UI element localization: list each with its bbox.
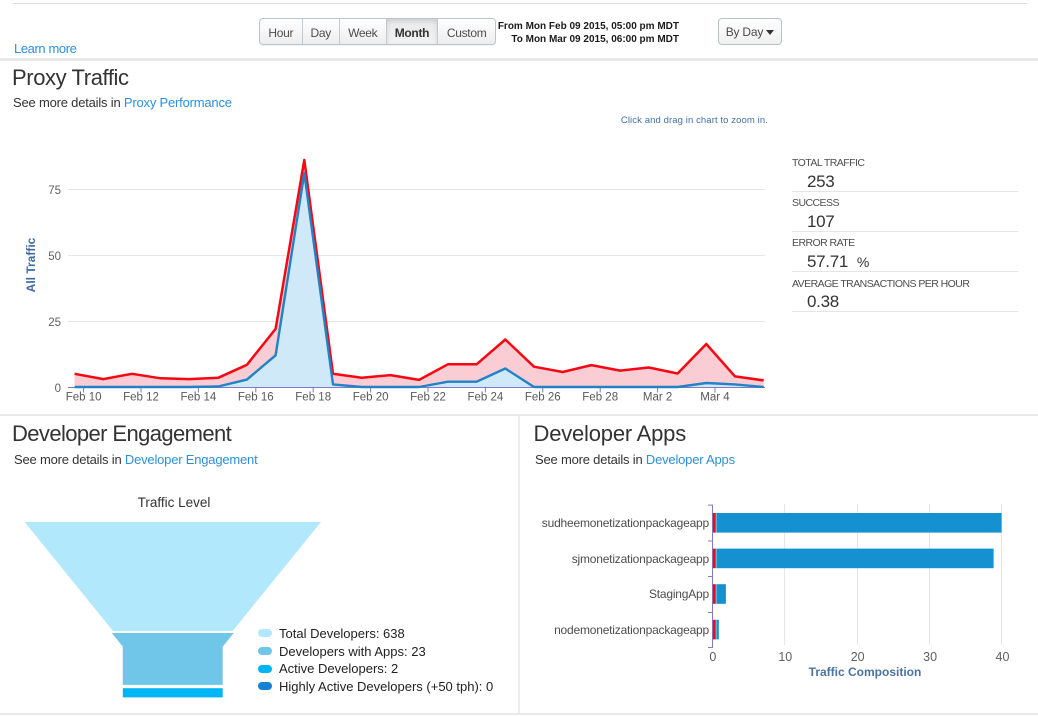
svg-text:Feb 10: Feb 10 bbox=[66, 391, 102, 403]
svg-text:Feb 18: Feb 18 bbox=[295, 391, 331, 403]
svg-text:Feb 14: Feb 14 bbox=[180, 391, 216, 403]
svg-text:Feb 28: Feb 28 bbox=[582, 391, 618, 403]
svg-text:Feb 20: Feb 20 bbox=[353, 391, 389, 403]
svg-text:25: 25 bbox=[48, 317, 61, 329]
svg-text:Mar 4: Mar 4 bbox=[700, 391, 730, 403]
svg-text:Feb 26: Feb 26 bbox=[525, 391, 561, 403]
svg-text:Feb 16: Feb 16 bbox=[238, 391, 274, 403]
svg-text:Feb 24: Feb 24 bbox=[467, 391, 503, 403]
svg-text:Feb 12: Feb 12 bbox=[123, 391, 159, 403]
svg-text:75: 75 bbox=[48, 185, 61, 197]
svg-text:50: 50 bbox=[48, 251, 61, 263]
svg-text:Feb 22: Feb 22 bbox=[410, 391, 446, 403]
svg-text:Mar 2: Mar 2 bbox=[643, 391, 672, 403]
svg-text:0: 0 bbox=[55, 383, 61, 395]
svg-text:All Traffic: All Traffic bbox=[24, 237, 38, 292]
